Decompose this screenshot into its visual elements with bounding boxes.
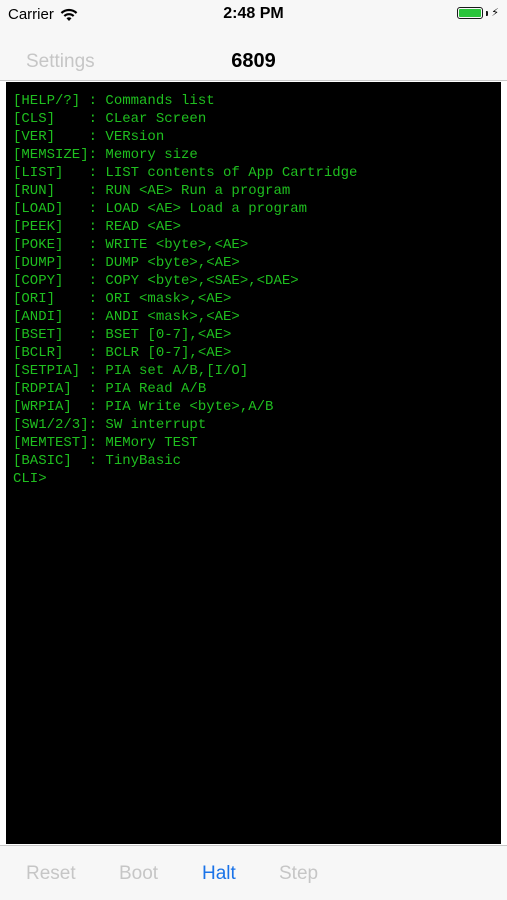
terminal-line: [LOAD] : LOAD <AE> Load a program (13, 201, 308, 217)
terminal-line: [BASIC] : TinyBasic (13, 453, 182, 469)
terminal-line: [WRPIA] : PIA Write <byte>,A/B (13, 399, 274, 415)
terminal-line: [SW1/2/3]: SW interrupt (13, 417, 207, 433)
step-button[interactable]: Step (279, 863, 318, 885)
page-title: 6809 (231, 50, 276, 72)
bottom-toolbar: Reset Boot Halt Step (0, 845, 507, 900)
terminal-line: [BSET] : BSET [0-7],<AE> (13, 327, 232, 343)
battery-tip (486, 10, 489, 16)
terminal-line: [MEMTEST]: MEMory TEST (13, 435, 198, 451)
terminal-line: [MEMSIZE]: Memory size (13, 147, 198, 163)
battery-status: ⚡ (457, 7, 499, 19)
terminal-console[interactable]: [HELP/?] : Commands list [CLS] : CLear Sc… (6, 82, 501, 844)
navigation-bar: Settings 6809 (0, 32, 507, 81)
reset-button[interactable]: Reset (26, 863, 76, 885)
terminal-line: [RUN] : RUN <AE> Run a program (13, 183, 291, 199)
terminal-line: [DUMP] : DUMP <byte>,<AE> (13, 255, 240, 271)
battery-icon (457, 7, 484, 19)
terminal-line: [LIST] : LIST contents of App Cartridge (13, 165, 358, 181)
boot-button[interactable]: Boot (119, 863, 158, 885)
battery-fill (459, 9, 482, 17)
terminal-line: [BCLR] : BCLR [0-7],<AE> (13, 345, 232, 361)
status-bar: Carrier 2:48 PM ⚡ (0, 0, 507, 32)
terminal-line: [RDPIA] : PIA Read A/B (13, 381, 207, 397)
terminal-line: [HELP/?] : Commands list (13, 93, 215, 109)
terminal-line: [PEEK] : READ <AE> (13, 219, 182, 235)
terminal-line: [POKE] : WRITE <byte>,<AE> (13, 237, 249, 253)
bolt-icon: ⚡ (491, 7, 499, 19)
status-time: 2:48 PM (223, 5, 284, 22)
terminal-line: [ANDI] : ANDI <mask>,<AE> (13, 309, 240, 325)
terminal-line: [CLS] : CLear Screen (13, 111, 207, 127)
terminal-line: [COPY] : COPY <byte>,<SAE>,<DAE> (13, 273, 299, 289)
terminal-line: [ORI] : ORI <mask>,<AE> (13, 291, 232, 307)
terminal-line: CLI> (13, 471, 47, 487)
halt-button[interactable]: Halt (202, 863, 236, 885)
terminal-line: [VER] : VERsion (13, 129, 165, 145)
terminal-line: [SETPIA] : PIA set A/B,[I/O] (13, 363, 249, 379)
